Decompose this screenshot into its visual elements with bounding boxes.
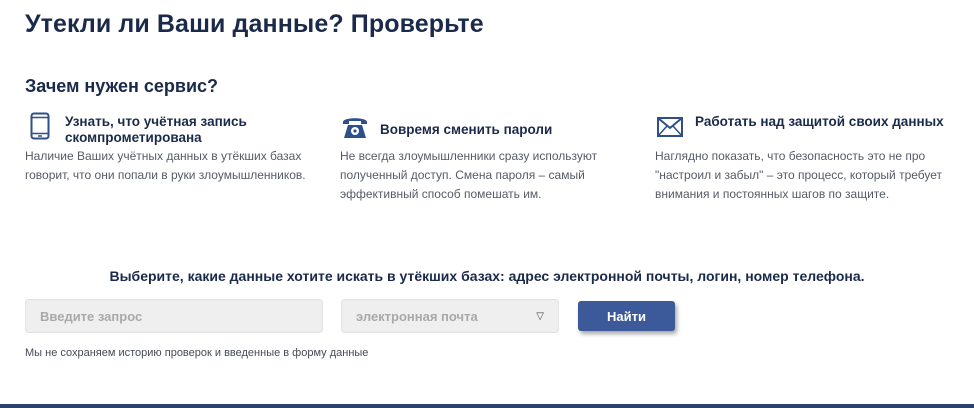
search-input[interactable]: [25, 299, 323, 333]
privacy-note: Мы не сохраняем историю проверок и введе…: [25, 347, 369, 359]
envelope-icon: [655, 112, 685, 142]
telephone-icon: [340, 114, 370, 144]
chevron-down-icon: ▽: [536, 310, 544, 322]
feature-description: Не всегда злоумышленники сразу использую…: [340, 149, 598, 201]
search-button[interactable]: Найти: [578, 301, 675, 331]
feature-card-passwords: Вовремя сменить пароли Не всегда злоумыш…: [340, 112, 640, 204]
page-title: Утекли ли Ваши данные? Проверьте: [25, 10, 484, 38]
feature-card-compromised: Узнать, что учётная запись скомпрометиро…: [25, 112, 325, 185]
data-type-selected-value: электронная почта: [356, 308, 478, 324]
section-title: Зачем нужен сервис?: [25, 76, 219, 96]
feature-title: Узнать, что учётная запись скомпрометиро…: [65, 114, 247, 145]
feature-title: Работать над защитой своих данных: [695, 114, 944, 129]
feature-description: Наглядно показать, что безопасность это …: [655, 149, 943, 201]
feature-title: Вовремя сменить пароли: [380, 122, 553, 137]
feature-header: Узнать, что учётная запись скомпрометиро…: [25, 112, 325, 146]
search-prompt: Выберите, какие данные хотите искать в у…: [109, 268, 865, 284]
data-type-select[interactable]: электронная почта ▽: [341, 299, 559, 333]
feature-header: Вовремя сменить пароли: [340, 112, 640, 146]
feature-description: Наличие Ваших учётных данных в утёкших б…: [25, 149, 306, 182]
feature-card-protection: Работать над защитой своих данных Нагляд…: [655, 112, 955, 204]
footer-divider: [0, 404, 974, 408]
smartphone-icon: [25, 112, 55, 142]
feature-header: Работать над защитой своих данных: [655, 112, 955, 146]
